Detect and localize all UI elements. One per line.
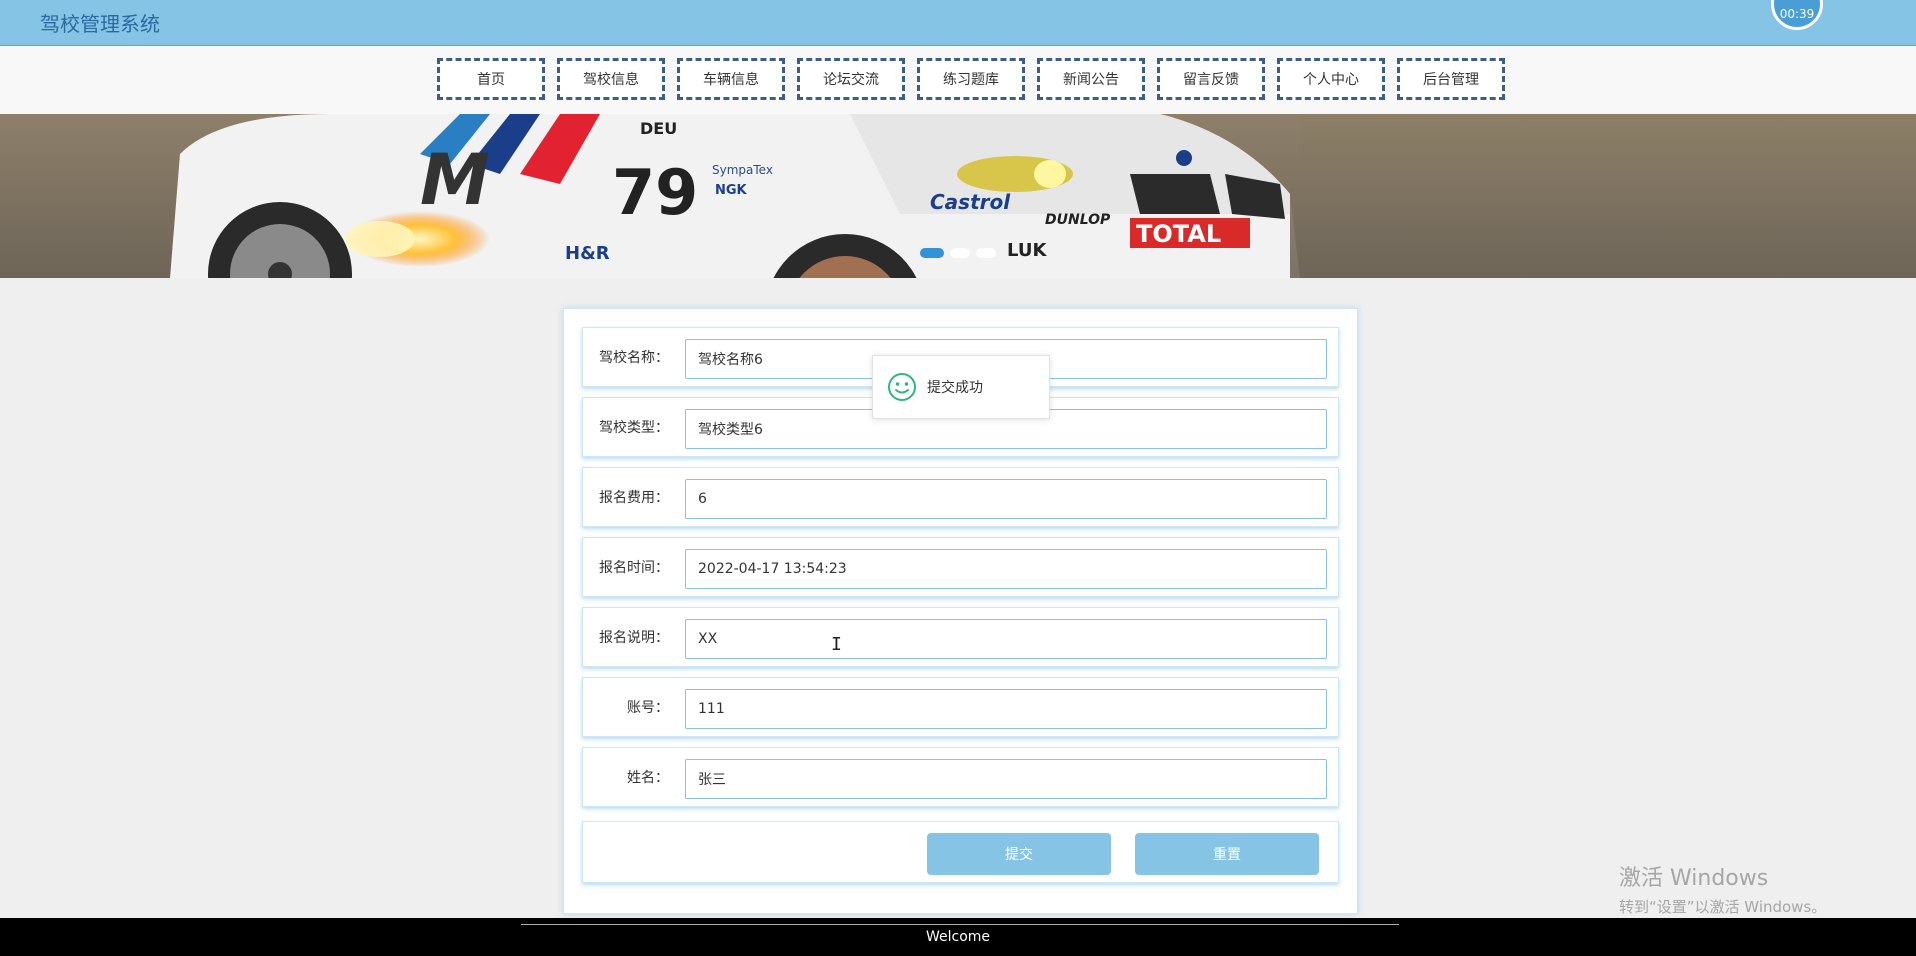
fee-input[interactable]	[685, 479, 1327, 519]
nav-item-feedback[interactable]: 留言反馈	[1157, 58, 1265, 100]
car-sponsor-hr: H&R	[565, 243, 610, 264]
carousel-dot-3[interactable]	[976, 248, 996, 258]
school-name-label: 驾校名称：	[599, 350, 669, 366]
form-row-time: 报名时间：	[582, 537, 1339, 597]
car-sponsor-castrol: Castrol	[930, 190, 1011, 214]
timer-badge: 00:39	[1771, 0, 1823, 30]
form-actions: 提交 重置	[582, 821, 1339, 883]
form-row-description: 报名说明：	[582, 607, 1339, 667]
nav-item-admin[interactable]: 后台管理	[1397, 58, 1505, 100]
car-sponsor-total: TOTAL	[1136, 220, 1221, 248]
school-type-label: 驾校类型：	[599, 420, 669, 436]
reset-button[interactable]: 重置	[1135, 833, 1319, 875]
nav-list: 首页 驾校信息 车辆信息 论坛交流 练习题库 新闻公告 留言反馈 个人中心 后台…	[437, 58, 1507, 100]
car-sponsor-sympatex: SympaTex	[712, 163, 773, 177]
main-nav: 首页 驾校信息 车辆信息 论坛交流 练习题库 新闻公告 留言反馈 个人中心 后台…	[0, 46, 1916, 114]
form-row-account: 账号：	[582, 677, 1339, 737]
text-cursor-icon: I	[831, 634, 842, 655]
time-input[interactable]	[685, 549, 1327, 589]
watermark-title: 激活 Windows	[1619, 866, 1769, 891]
name-input[interactable]	[685, 759, 1327, 799]
name-label: 姓名：	[627, 770, 669, 786]
description-input[interactable]	[685, 619, 1327, 659]
car-number-text: 79	[612, 156, 698, 229]
account-input[interactable]	[685, 689, 1327, 729]
description-label: 报名说明：	[599, 630, 669, 646]
carousel-dots	[920, 248, 996, 258]
form-row-fee: 报名费用：	[582, 467, 1339, 527]
form-row-name: 姓名：	[582, 747, 1339, 807]
svg-text:M: M	[420, 139, 490, 221]
nav-item-vehicle-info[interactable]: 车辆信息	[677, 58, 785, 100]
app-title: 驾校管理系统	[40, 12, 160, 36]
nav-item-profile[interactable]: 个人中心	[1277, 58, 1385, 100]
car-deu-text: DEU	[640, 119, 677, 138]
top-header: 驾校管理系统 00:39	[0, 0, 1916, 46]
nav-item-school-info[interactable]: 驾校信息	[557, 58, 665, 100]
nav-item-news[interactable]: 新闻公告	[1037, 58, 1145, 100]
car-sponsor-ngk: NGK	[715, 183, 748, 198]
carousel-dot-2[interactable]	[950, 248, 970, 258]
success-toast: 提交成功	[872, 355, 1050, 419]
carousel-dot-1[interactable]	[920, 248, 944, 258]
smile-icon	[888, 373, 916, 401]
time-label: 报名时间：	[599, 560, 669, 576]
car-sponsor-luk: LUK	[1007, 240, 1047, 261]
account-label: 账号：	[627, 700, 669, 716]
car-sponsor-dunlop: DUNLOP	[1045, 212, 1111, 228]
fee-label: 报名费用：	[599, 490, 669, 506]
windows-activation-watermark: 激活 Windows 转到“设置”以激活 Windows。	[1619, 860, 1826, 917]
watermark-subtitle: 转到“设置”以激活 Windows。	[1619, 898, 1827, 916]
banner-carousel: M 79 DEU SympaTex NGK H&R Castrol DUNLOP…	[0, 114, 1916, 278]
nav-item-home[interactable]: 首页	[437, 58, 545, 100]
footer: Welcome	[0, 918, 1916, 956]
nav-item-question-bank[interactable]: 练习题库	[917, 58, 1025, 100]
footer-welcome-text: Welcome	[925, 929, 991, 945]
nav-item-forum[interactable]: 论坛交流	[797, 58, 905, 100]
submit-button[interactable]: 提交	[927, 833, 1111, 875]
toast-message: 提交成功	[927, 380, 983, 396]
